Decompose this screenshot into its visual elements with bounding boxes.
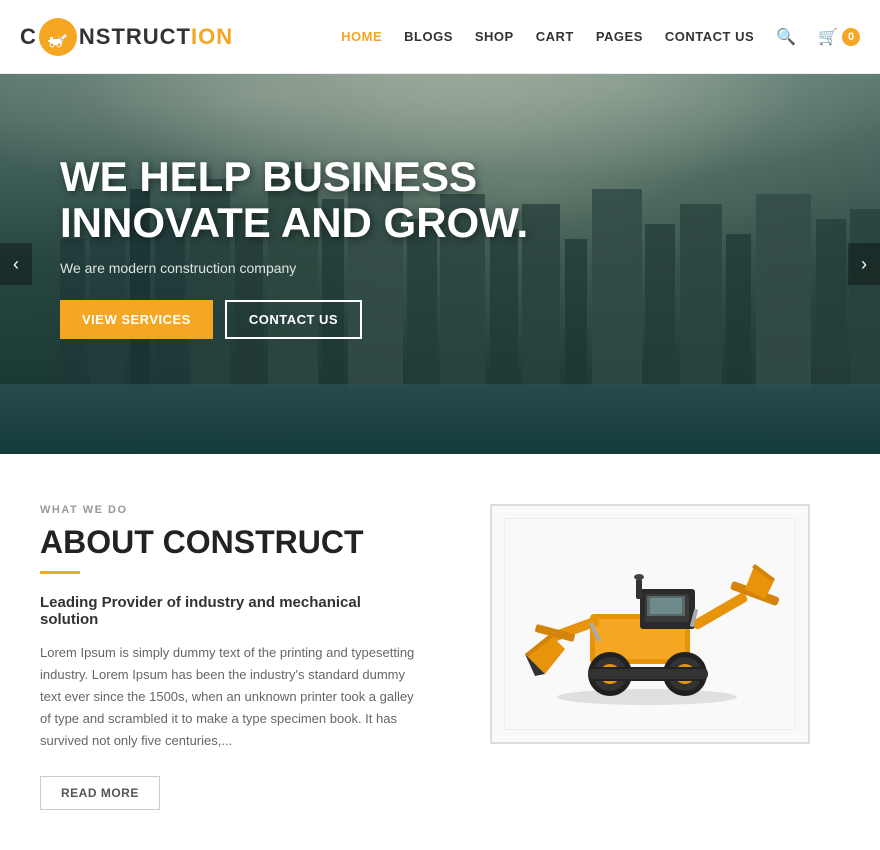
- hero-buttons: VIEW SERVICES CONTACT US: [60, 300, 528, 339]
- cart-button[interactable]: 🛒 0: [818, 27, 860, 47]
- logo-text: NSTRUCTION: [79, 24, 233, 50]
- contact-us-button[interactable]: CONTACT US: [225, 300, 362, 339]
- logo-c: C: [20, 24, 37, 50]
- hero-next-button[interactable]: ›: [848, 243, 880, 285]
- backhoe-illustration: [520, 534, 780, 714]
- main-nav: HOME BLOGS SHOP CART PAGES CONTACT US 🔍 …: [341, 27, 860, 47]
- about-underline: [40, 571, 80, 574]
- hero-content: WE HELP BUSINESS INNOVATE AND GROW. We a…: [60, 154, 528, 339]
- hero-section: WE HELP BUSINESS INNOVATE AND GROW. We a…: [0, 74, 880, 454]
- about-body: Lorem Ipsum is simply dummy text of the …: [40, 642, 420, 752]
- hero-subtitle: We are modern construction company: [60, 260, 528, 276]
- header: C NSTRUCTION HOME BLOGS SHOP CART PAGES …: [0, 0, 880, 74]
- read-more-button[interactable]: Read More: [40, 776, 160, 810]
- view-services-button[interactable]: VIEW SERVICES: [60, 300, 213, 339]
- hero-water: [0, 384, 880, 454]
- nav-shop[interactable]: SHOP: [475, 29, 514, 44]
- about-right: [460, 504, 840, 744]
- equipment-frame: [490, 504, 810, 744]
- logo-onstruction: NSTRUCT: [79, 24, 191, 49]
- nav-home[interactable]: HOME: [341, 29, 382, 44]
- about-title: ABOUT CONSTRUCT: [40, 524, 420, 561]
- nav-blogs[interactable]: BLOGS: [404, 29, 453, 44]
- logo-ion: ION: [191, 24, 233, 49]
- logo[interactable]: C NSTRUCTION: [20, 18, 233, 56]
- hero-prev-button[interactable]: ‹: [0, 243, 32, 285]
- hero-title: WE HELP BUSINESS INNOVATE AND GROW.: [60, 154, 528, 246]
- nav-pages[interactable]: PAGES: [596, 29, 643, 44]
- about-lead: Leading Provider of industry and mechani…: [40, 594, 420, 628]
- about-left: WHAT WE DO ABOUT CONSTRUCT Leading Provi…: [40, 504, 420, 810]
- nav-contact[interactable]: CONTACT US: [665, 29, 754, 44]
- nav-cart[interactable]: CART: [536, 29, 574, 44]
- about-what-label: WHAT WE DO: [40, 504, 420, 516]
- cart-icon: 🛒: [818, 27, 838, 47]
- about-section: WHAT WE DO ABOUT CONSTRUCT Leading Provi…: [0, 454, 880, 850]
- logo-icon: [39, 18, 77, 56]
- search-icon[interactable]: 🔍: [776, 27, 796, 47]
- cart-badge: 0: [842, 28, 860, 46]
